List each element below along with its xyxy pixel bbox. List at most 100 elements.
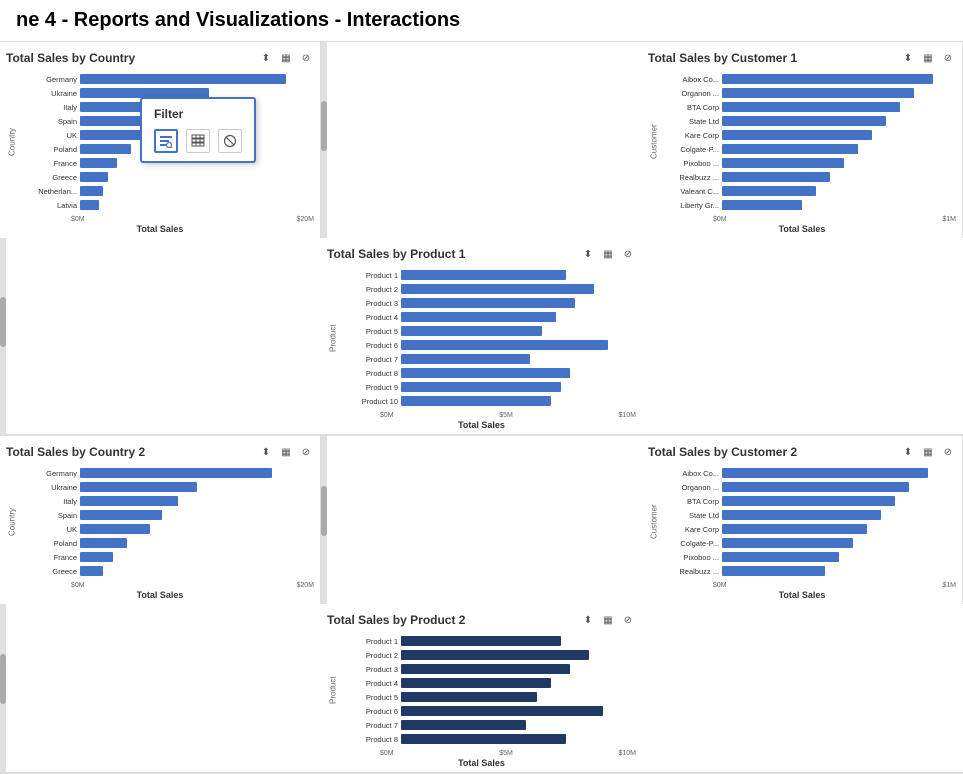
bar-container <box>401 382 636 392</box>
filter-table-icon[interactable] <box>186 129 210 153</box>
scrollbar-1[interactable] <box>321 101 327 151</box>
chart-header-country2: Total Sales by Country 2 ⬍ ▦ ⊘ <box>6 444 314 460</box>
sort-icon-p2[interactable]: ⬍ <box>580 612 596 628</box>
bar-row: Realbuzz ... <box>660 170 956 184</box>
scrollbar-4[interactable] <box>0 654 6 704</box>
table-icon-co2[interactable]: ▦ <box>278 444 294 460</box>
bar-label: Poland <box>18 539 80 548</box>
bar-label: Product 1 <box>339 637 401 646</box>
bar-label: State Ltd <box>660 117 722 126</box>
bar-label: Product 10 <box>339 397 401 406</box>
x-axis-product1: $0M$5M$10M <box>327 412 636 419</box>
x-title-product1: Total Sales <box>327 420 636 430</box>
chart-product1: Total Sales by Product 1 ⬍ ▦ ⊘ Product P… <box>321 238 642 434</box>
filter-none-icon[interactable] <box>218 129 242 153</box>
bar-label: Realbuzz ... <box>660 567 722 576</box>
table-icon-p1[interactable]: ▦ <box>600 246 616 262</box>
chart-icons-product1: ⬍ ▦ ⊘ <box>580 246 636 262</box>
bar-chart-customer1: Customer Aibox Co...Organon ...BTA CorpS… <box>648 70 956 214</box>
bar-container <box>401 720 636 730</box>
bar <box>80 496 178 506</box>
bar-row: Product 3 <box>339 296 636 310</box>
filter-off-icon-p2[interactable]: ⊘ <box>620 612 636 628</box>
sort-icon-co2[interactable]: ⬍ <box>258 444 274 460</box>
bar-container <box>80 200 314 210</box>
bar-row: State Ltd <box>660 508 956 522</box>
bar-row: Liberty Gr... <box>660 198 956 212</box>
bar-label: Valeant C... <box>660 187 722 196</box>
bar-label: Realbuzz ... <box>660 173 722 182</box>
y-axis-customer2: Customer <box>648 464 660 580</box>
bar-container <box>80 524 314 534</box>
filter-off-icon-cu2[interactable]: ⊘ <box>940 444 956 460</box>
x-tick: $5M <box>499 412 513 419</box>
bar-label: Product 4 <box>339 313 401 322</box>
bar-container <box>401 706 636 716</box>
bar-row: Aibox Co... <box>660 466 956 480</box>
bar <box>722 468 928 478</box>
bar <box>722 88 914 98</box>
table-icon[interactable]: ▦ <box>278 50 294 66</box>
x-tick: $0M <box>380 412 394 419</box>
chart-header-country1: Total Sales by Country ⬍ ▦ ⊘ <box>6 50 314 66</box>
chart-icons-country1: ⬍ ▦ ⊘ <box>258 50 314 66</box>
table-icon-p2[interactable]: ▦ <box>600 612 616 628</box>
bar-row: Pixoboo ... <box>660 550 956 564</box>
filter-bar-icon[interactable] <box>154 129 178 153</box>
bar-row: Product 9 <box>339 380 636 394</box>
bar-row: Aibox Co... <box>660 72 956 86</box>
bar <box>401 298 575 308</box>
bar <box>401 382 561 392</box>
bar-label: State Ltd <box>660 511 722 520</box>
bar-container <box>401 636 636 646</box>
filter-off-icon-c1[interactable]: ⊘ <box>940 50 956 66</box>
sort-icon-p1[interactable]: ⬍ <box>580 246 596 262</box>
bar <box>80 524 150 534</box>
bar-label: Ukraine <box>18 483 80 492</box>
bar-label: Netherlan... <box>18 187 80 196</box>
bar-container <box>722 482 956 492</box>
chart-icons-customer2: ⬍ ▦ ⊘ <box>900 444 956 460</box>
bar <box>401 720 526 730</box>
bar-row: Product 8 <box>339 366 636 380</box>
y-axis-country2: Country <box>6 464 18 580</box>
bar-label: Liberty Gr... <box>660 201 722 210</box>
x-tick: $0M <box>71 216 85 223</box>
bar-label: Product 3 <box>339 665 401 674</box>
bar-label: Product 5 <box>339 693 401 702</box>
bar-container <box>401 284 636 294</box>
chart-title-country1: Total Sales by Country <box>6 51 135 65</box>
chart-country2: Total Sales by Country 2 ⬍ ▦ ⊘ Country G… <box>0 436 321 604</box>
bar-label: Spain <box>18 511 80 520</box>
x-axis-customer1: $0M$1M <box>648 216 956 223</box>
filter-off-icon-p1[interactable]: ⊘ <box>620 246 636 262</box>
bar-label: Italy <box>18 497 80 506</box>
bar-row: BTA Corp <box>660 494 956 508</box>
bar <box>401 650 589 660</box>
sort-icon-cu2[interactable]: ⬍ <box>900 444 916 460</box>
bar-container <box>722 468 956 478</box>
bars-country2: GermanyUkraineItalySpainUKPolandFranceGr… <box>18 464 314 580</box>
x-title-product2: Total Sales <box>327 758 636 768</box>
bar <box>80 566 103 576</box>
bar <box>722 144 858 154</box>
x-tick: $0M <box>713 582 727 589</box>
filter-off-icon[interactable]: ⊘ <box>298 50 314 66</box>
table-icon-cu2[interactable]: ▦ <box>920 444 936 460</box>
bar-container <box>401 326 636 336</box>
table-icon-c1[interactable]: ▦ <box>920 50 936 66</box>
bar <box>401 368 570 378</box>
bar-container <box>722 510 956 520</box>
x-title-country2: Total Sales <box>6 590 314 600</box>
scrollbar-2[interactable] <box>0 297 6 347</box>
sort-icon[interactable]: ⬍ <box>258 50 274 66</box>
sort-icon-c1[interactable]: ⬍ <box>900 50 916 66</box>
filter-off-icon-co2[interactable]: ⊘ <box>298 444 314 460</box>
bar-row: Germany <box>18 466 314 480</box>
bar-label: UK <box>18 525 80 534</box>
x-tick: $20M <box>296 582 314 589</box>
chart-title-customer2: Total Sales by Customer 2 <box>648 445 797 459</box>
bar-label: Product 7 <box>339 721 401 730</box>
bar-label: Product 1 <box>339 271 401 280</box>
scrollbar-3[interactable] <box>321 486 327 536</box>
